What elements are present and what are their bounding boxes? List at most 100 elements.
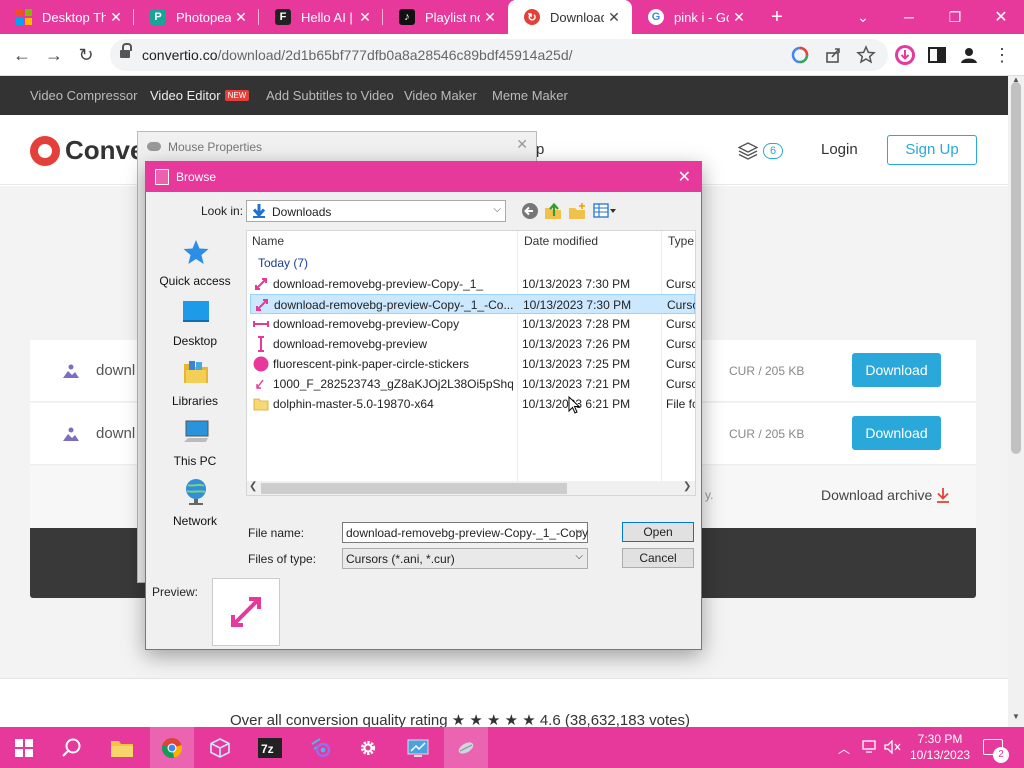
nav-meme-maker[interactable]: Meme Maker xyxy=(492,88,568,103)
nav-add-subtitles[interactable]: Add Subtitles to Video xyxy=(266,88,394,103)
taskbar-blender[interactable] xyxy=(298,727,342,768)
close-icon[interactable]: ✕ xyxy=(480,9,500,26)
login-link[interactable]: Login xyxy=(821,141,858,158)
file-row[interactable]: download-removebg-preview-Copy 10/13/202… xyxy=(250,314,695,334)
taskbar-chrome[interactable] xyxy=(150,727,194,768)
taskbar-settings[interactable] xyxy=(346,727,390,768)
cancel-button[interactable]: Cancel xyxy=(622,548,694,568)
tab-search-icon[interactable]: ⌄ xyxy=(840,0,886,34)
tab-desktop[interactable]: Desktop Th ✕ xyxy=(0,0,134,34)
network-status-icon[interactable] xyxy=(862,740,878,754)
side-panel-icon[interactable] xyxy=(926,44,948,66)
chevron-up-icon[interactable]: ︿ xyxy=(838,740,850,757)
view-menu-icon[interactable] xyxy=(592,202,618,220)
back-arrow-icon[interactable] xyxy=(520,202,540,220)
tab-hello-ai[interactable]: F Hello AI | F ✕ xyxy=(259,0,383,34)
place-network[interactable]: Network xyxy=(147,478,243,536)
file-row[interactable]: 1000_F_282523743_gZ8aKJOj2L38Oi5pShqd3..… xyxy=(250,374,695,394)
google-lens-icon[interactable] xyxy=(790,45,810,65)
horizontal-scrollbar[interactable]: ❮ ❯ xyxy=(247,481,695,495)
nav-video-editor[interactable]: Video Editor NEW xyxy=(150,88,250,103)
volume-muted-icon[interactable] xyxy=(884,740,902,754)
close-icon[interactable]: ✕ xyxy=(106,9,126,26)
close-icon[interactable]: ✕ xyxy=(678,167,691,187)
file-type-select[interactable]: Cursors (*.ani, *.cur) ⌵ xyxy=(342,548,588,569)
column-name[interactable]: Name xyxy=(252,234,284,248)
group-header[interactable]: Today (7) xyxy=(258,256,308,270)
window-close-button[interactable]: ✕ xyxy=(978,0,1024,34)
nav-video-maker[interactable]: Video Maker xyxy=(404,88,477,103)
file-list[interactable]: Name Date modified Type Today (7) downlo… xyxy=(246,230,696,496)
close-icon[interactable]: ✕ xyxy=(729,9,749,26)
url-text[interactable]: convertio.co/download/2d1b65bf777dfb0a8a… xyxy=(142,47,573,63)
open-button[interactable]: Open xyxy=(622,522,694,542)
nav-video-compressor[interactable]: Video Compressor xyxy=(30,88,137,103)
new-tab-button[interactable]: + xyxy=(766,6,788,28)
forward-button[interactable]: → xyxy=(42,43,66,67)
scroll-right-icon[interactable]: ❯ xyxy=(683,481,691,492)
share-icon[interactable] xyxy=(824,45,844,65)
file-type-label: Files of type: xyxy=(248,552,317,566)
signup-button[interactable]: Sign Up xyxy=(887,135,977,165)
download-archive-button[interactable]: Download archive xyxy=(821,487,932,503)
taskbar-control-panel[interactable] xyxy=(396,727,440,768)
tab-playlist[interactable]: ♪ Playlist no ✕ xyxy=(383,0,508,34)
back-button[interactable]: ← xyxy=(10,43,34,67)
address-bar[interactable]: convertio.co/download/2d1b65bf777dfb0a8a… xyxy=(110,39,888,71)
scroll-thumb[interactable] xyxy=(1011,82,1021,454)
start-button[interactable] xyxy=(2,727,46,768)
close-icon[interactable]: ✕ xyxy=(231,9,251,26)
column-type[interactable]: Type xyxy=(668,234,694,248)
scroll-thumb[interactable] xyxy=(261,483,567,494)
up-folder-icon[interactable] xyxy=(543,202,563,220)
download-extension-icon[interactable] xyxy=(894,44,916,66)
taskbar-3d-viewer[interactable] xyxy=(198,727,242,768)
image-file-icon xyxy=(63,427,79,441)
bookmark-star-icon[interactable] xyxy=(856,45,876,65)
tab-google[interactable]: G pink i - Go ✕ xyxy=(632,0,757,34)
tab-download[interactable]: ↻ Download ✕ xyxy=(508,0,632,34)
convertio-logo[interactable]: Conve xyxy=(30,135,144,166)
hidden-nav-fragment: p xyxy=(536,141,545,158)
place-libraries[interactable]: Libraries xyxy=(147,358,243,416)
file-row-selected[interactable]: download-removebg-preview-Copy-_1_-Co...… xyxy=(250,294,695,314)
minimize-button[interactable]: ─ xyxy=(886,0,932,34)
place-desktop[interactable]: Desktop xyxy=(147,298,243,356)
close-icon[interactable]: ✕ xyxy=(355,9,375,26)
taskbar-mouse-properties[interactable] xyxy=(444,727,488,768)
profile-icon[interactable] xyxy=(958,44,980,66)
column-date-modified[interactable]: Date modified xyxy=(524,234,598,248)
taskbar-7zip[interactable]: 7z xyxy=(248,727,292,768)
file-row[interactable]: fluorescent-pink-paper-circle-stickers 1… xyxy=(250,354,695,374)
new-folder-icon[interactable] xyxy=(567,202,587,220)
file-row[interactable]: dolphin-master-5.0-19870-x64 10/13/2023 … xyxy=(250,394,695,414)
place-quick-access[interactable]: Quick access xyxy=(147,238,243,296)
lock-icon[interactable] xyxy=(120,43,132,60)
close-icon[interactable]: ✕ xyxy=(604,9,624,26)
layers-icon[interactable] xyxy=(738,142,758,160)
restore-button[interactable]: ❐ xyxy=(932,0,978,34)
download-arrow-icon[interactable] xyxy=(936,487,950,503)
scroll-left-icon[interactable]: ❮ xyxy=(249,481,257,492)
dialog-title-bar[interactable]: Browse ✕ xyxy=(146,162,701,192)
download-button[interactable]: Download xyxy=(852,353,941,387)
scroll-down-icon[interactable]: ▼ xyxy=(1012,712,1020,721)
taskbar-file-explorer[interactable] xyxy=(100,727,144,768)
page-scrollbar[interactable]: ▲ ▼ xyxy=(1008,75,1024,727)
reload-button[interactable]: ↻ xyxy=(74,43,98,67)
file-row[interactable]: download-removebg-preview-Copy-_1_ 10/13… xyxy=(250,274,695,294)
menu-kebab-icon[interactable]: ⋮ xyxy=(990,43,1014,67)
file-row[interactable]: download-removebg-preview 10/13/2023 7:2… xyxy=(250,334,695,354)
file-date: 10/13/2023 7:25 PM xyxy=(522,357,631,371)
download-button[interactable]: Download xyxy=(852,416,941,450)
notification-count-badge: 2 xyxy=(993,747,1009,763)
taskbar-clock[interactable]: 7:30 PM 10/13/2023 xyxy=(910,731,970,763)
place-this-pc[interactable]: This PC xyxy=(147,418,243,476)
file-name: fluorescent-pink-paper-circle-stickers xyxy=(273,357,470,371)
look-in-select[interactable]: Downloads ⌵ xyxy=(246,200,506,222)
tab-photopea[interactable]: P Photopea | ✕ xyxy=(134,0,259,34)
close-icon[interactable]: ✕ xyxy=(516,136,528,153)
file-name-input[interactable]: download-removebg-preview-Copy-_1_-Copy … xyxy=(342,522,588,543)
chevron-down-icon[interactable]: ⌵ xyxy=(575,525,583,536)
taskbar-search-button[interactable] xyxy=(50,727,94,768)
